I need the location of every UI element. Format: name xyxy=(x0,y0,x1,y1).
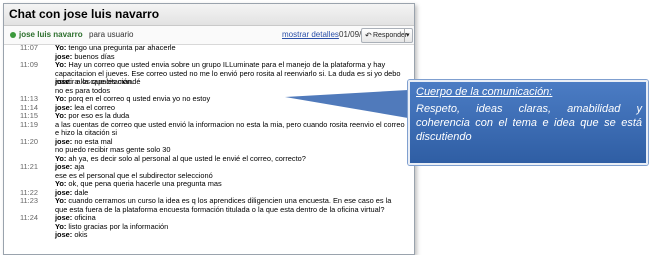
sender-name[interactable]: jose luis navarro xyxy=(19,30,83,39)
reply-label: Responder xyxy=(373,32,408,39)
online-status-icon xyxy=(10,32,16,38)
message-text: okis xyxy=(74,230,88,239)
message-body: Yo: ah ya, es decir solo al personal al … xyxy=(55,153,405,164)
callout-heading: Cuerpo de la comunicación: xyxy=(416,86,553,98)
message-body: a las cuentas de correo que usted envió … xyxy=(55,119,405,138)
chat-window: Chat con jose luis navarro jose luis nav… xyxy=(3,3,415,255)
message-time: 11:24 xyxy=(20,213,38,222)
message-time: 11:19 xyxy=(20,119,38,129)
message-body: Yo: cuando cerramos un curso la idea es … xyxy=(55,196,405,214)
message-time: 11:20 xyxy=(20,136,38,146)
message-text: ah ya, es decir solo al personal al que … xyxy=(68,153,306,163)
message-body: Yo: listo gracias por la información xyxy=(55,222,405,232)
message-body: jose: okis xyxy=(55,230,405,240)
callout-text: Respeto, ideas claras, amabilidad y cohe… xyxy=(416,103,642,143)
chevron-down-icon[interactable]: ▾ xyxy=(404,29,410,42)
show-details-link[interactable]: mostrar detalles xyxy=(282,30,339,39)
message-time: 11:07 xyxy=(20,43,38,52)
message-text: ok, que pena queria hacerle una pregunta… xyxy=(68,179,222,188)
message-author: jose: xyxy=(55,230,73,239)
recipient-label: para usuario xyxy=(89,30,134,39)
message-text: cuando cerramos un curso la idea es q lo… xyxy=(55,196,392,214)
message-body: Yo: ok, que pena queria hacerle una preg… xyxy=(55,179,405,189)
message-text: a las cuentas de correo que usted envió … xyxy=(55,119,405,137)
reply-button[interactable]: ↶ Responder ▾ xyxy=(361,28,413,43)
message-time: 11:09 xyxy=(20,60,38,69)
chat-title: Chat con jose luis navarro xyxy=(4,4,414,26)
annotation-callout: Cuerpo de la comunicación: Respeto, idea… xyxy=(408,80,648,165)
message-time: 11:23 xyxy=(20,196,38,205)
reply-arrow-icon: ↶ xyxy=(365,31,372,40)
message-time: 11:21 xyxy=(20,162,38,171)
